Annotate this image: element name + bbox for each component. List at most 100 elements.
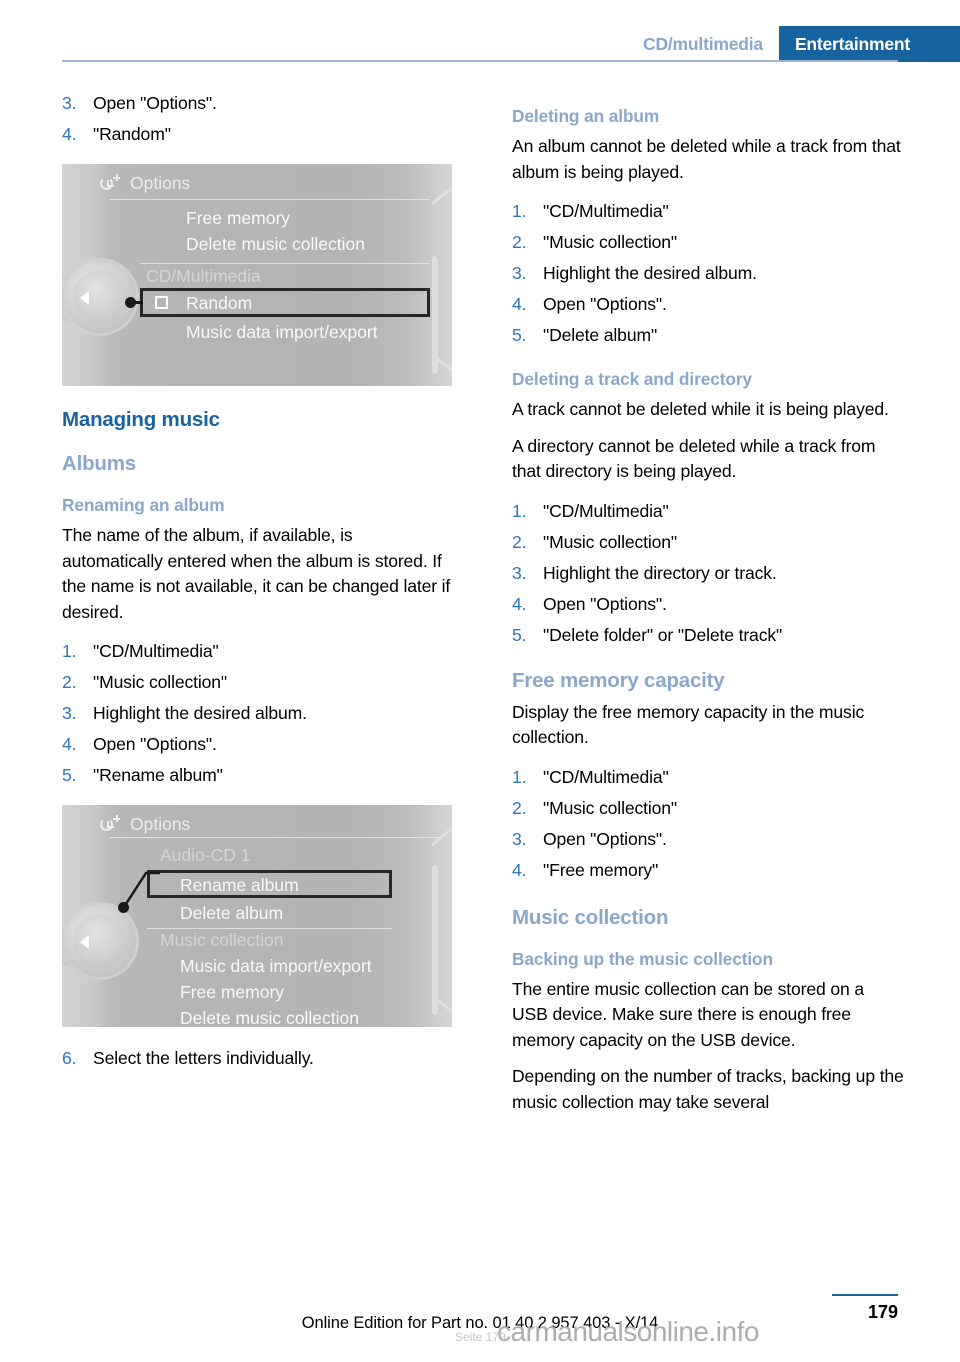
header-divider xyxy=(62,60,898,62)
step-text: Highlight the directory or track. xyxy=(543,562,777,583)
list-item: 2. "Music collection" xyxy=(512,793,904,824)
list-item: 5. "Delete album" xyxy=(512,320,904,351)
list-item: 1. "CD/Multimedia" xyxy=(512,496,904,527)
section-tab: Entertainment xyxy=(778,26,960,62)
divider xyxy=(110,199,430,200)
leader-line xyxy=(122,871,160,908)
idrive-menu-item: Music collection xyxy=(160,930,284,950)
random-checkbox[interactable] xyxy=(155,296,168,309)
step-number: 6. xyxy=(62,1048,77,1068)
step-number: 2. xyxy=(62,672,77,692)
list-item: 3. Highlight the desired album. xyxy=(512,258,904,289)
deleting-track-steps-list: 1. "CD/Multimedia" 2. "Music collection" 3… xyxy=(512,496,904,651)
step-text: "Delete album" xyxy=(543,325,658,345)
step-number: 1. xyxy=(512,201,527,221)
step-text: "Free memory" xyxy=(543,859,659,880)
idrive-selected-row[interactable] xyxy=(140,288,430,317)
body-deleting-album: An album cannot be deleted while a track… xyxy=(512,136,901,182)
idrive-menu-item[interactable]: Free memory xyxy=(180,982,284,1003)
top-steps-list: 3. Open "Options". 4. "Random" xyxy=(62,88,454,150)
body-renaming: The name of the album, if available, is … xyxy=(62,525,451,622)
step-number: 4. xyxy=(512,294,527,314)
step-text: "Delete folder" or "Delete track" xyxy=(543,624,783,645)
scrollbar[interactable] xyxy=(432,256,438,374)
idrive-menu-item[interactable]: Delete album xyxy=(180,903,283,924)
step-text: Open "Options". xyxy=(93,734,217,754)
list-item: 4. "Random" xyxy=(62,119,454,150)
body-backing-up-1: The entire music collection can be store… xyxy=(512,978,865,1050)
list-item: 5. "Delete folder" or "Delete track" xyxy=(512,620,904,651)
list-item: 3. Highlight the desired album. xyxy=(62,698,454,729)
heading-backing-up: Backing up the music collection xyxy=(512,948,773,969)
list-item: 2. "Music collection" xyxy=(512,527,904,558)
list-item: 3. Open "Options". xyxy=(512,824,904,855)
step-number: 2. xyxy=(512,531,527,552)
step-text: "CD/Multimedia" xyxy=(543,201,669,221)
final-step-list: 6. Select the letters individually. xyxy=(62,1043,454,1074)
renaming-steps-list: 1. "CD/Multimedia" 2. "Music collection" 3… xyxy=(62,636,454,791)
subsection-heading-albums: Albums xyxy=(62,452,136,475)
idrive-menu-item[interactable]: Random xyxy=(186,293,252,314)
idrive-menu-item[interactable]: Free memory xyxy=(186,208,290,229)
footer-divider xyxy=(832,1294,898,1296)
list-item: 2. "Music collection" xyxy=(512,227,904,258)
right-column: Deleting an album An album cannot be del… xyxy=(512,88,904,1126)
leader-line xyxy=(133,301,143,304)
idrive-menu-item[interactable]: Delete music collection xyxy=(186,234,365,255)
heading-deleting-track-directory: Deleting a track and directory xyxy=(512,369,752,389)
idrive-figure-rename-album: Options Audio-CD 1 Rename album Delete a… xyxy=(62,805,452,1027)
step-text: "Random" xyxy=(93,124,171,144)
step-text: "Music collection" xyxy=(93,672,227,692)
idrive-menu-item[interactable]: Music data import/export xyxy=(180,956,372,977)
step-text: Open "Options". xyxy=(543,294,667,314)
list-item: 5. "Rename album" xyxy=(62,760,454,791)
step-text: "Music collection" xyxy=(543,797,677,818)
divider xyxy=(147,928,392,929)
step-number: 3. xyxy=(512,263,527,283)
body-backing-up-2: Depending on the number of tracks, backi… xyxy=(512,1066,904,1112)
options-menu-icon xyxy=(100,174,120,193)
idrive-menu-item: Audio-CD 1 xyxy=(160,845,251,865)
options-menu-icon xyxy=(100,815,120,834)
list-item: 4. Open "Options". xyxy=(512,289,904,320)
deleting-album-steps-list: 1. "CD/Multimedia" 2. "Music collection" 3… xyxy=(512,196,904,351)
left-column: 3. Open "Options". 4. "Random" Options F… xyxy=(62,88,454,1086)
step-number: 3. xyxy=(62,93,77,113)
step-text: Select the letters individually. xyxy=(93,1048,314,1068)
scrollbar[interactable] xyxy=(432,865,438,1015)
page-title: Managing music xyxy=(62,408,220,431)
idrive-figure-random: Options Free memory Delete music collect… xyxy=(62,164,452,386)
step-number: 1. xyxy=(62,641,77,661)
step-number: 4. xyxy=(62,734,77,754)
step-number: 3. xyxy=(62,703,77,723)
idrive-menu-item[interactable]: Music data import/export xyxy=(186,322,378,343)
idrive-menu-item[interactable]: Delete music collection xyxy=(180,1008,359,1027)
step-text: Open "Options". xyxy=(93,93,217,113)
idrive-title-row: Options xyxy=(100,173,190,194)
idrive-title: Options xyxy=(130,814,191,834)
breadcrumb: CD/multimedia xyxy=(643,33,763,54)
step-text: Open "Options". xyxy=(543,593,667,614)
step-number: 2. xyxy=(512,232,527,252)
step-number: 5. xyxy=(62,765,77,785)
body-free-memory: Display the free memory capacity in the … xyxy=(512,701,865,748)
step-text: Open "Options". xyxy=(543,828,667,849)
body-deleting-track-1: A track cannot be deleted while it is be… xyxy=(512,399,889,419)
step-number: 5. xyxy=(512,325,527,345)
heading-deleting-an-album: Deleting an album xyxy=(512,106,660,126)
header-tabs: CD/multimedia Entertainment xyxy=(629,26,960,62)
step-text: "CD/Multimedia" xyxy=(93,641,219,661)
step-text: "CD/Multimedia" xyxy=(543,766,669,787)
knob-left-arrow-icon xyxy=(80,935,89,949)
step-number: 2. xyxy=(512,797,527,818)
step-number: 4. xyxy=(62,124,77,144)
step-number: 1. xyxy=(512,766,527,787)
step-text: Highlight the desired album. xyxy=(93,703,307,723)
list-item: 6. Select the letters individually. xyxy=(62,1043,454,1074)
idrive-title-row: Options xyxy=(100,814,190,835)
step-text: "Rename album" xyxy=(93,765,223,785)
list-item: 2. "Music collection" xyxy=(62,667,454,698)
step-text: "Music collection" xyxy=(543,232,677,252)
list-item: 1. "CD/Multimedia" xyxy=(62,636,454,667)
idrive-menu-item[interactable]: Rename album xyxy=(180,875,299,896)
